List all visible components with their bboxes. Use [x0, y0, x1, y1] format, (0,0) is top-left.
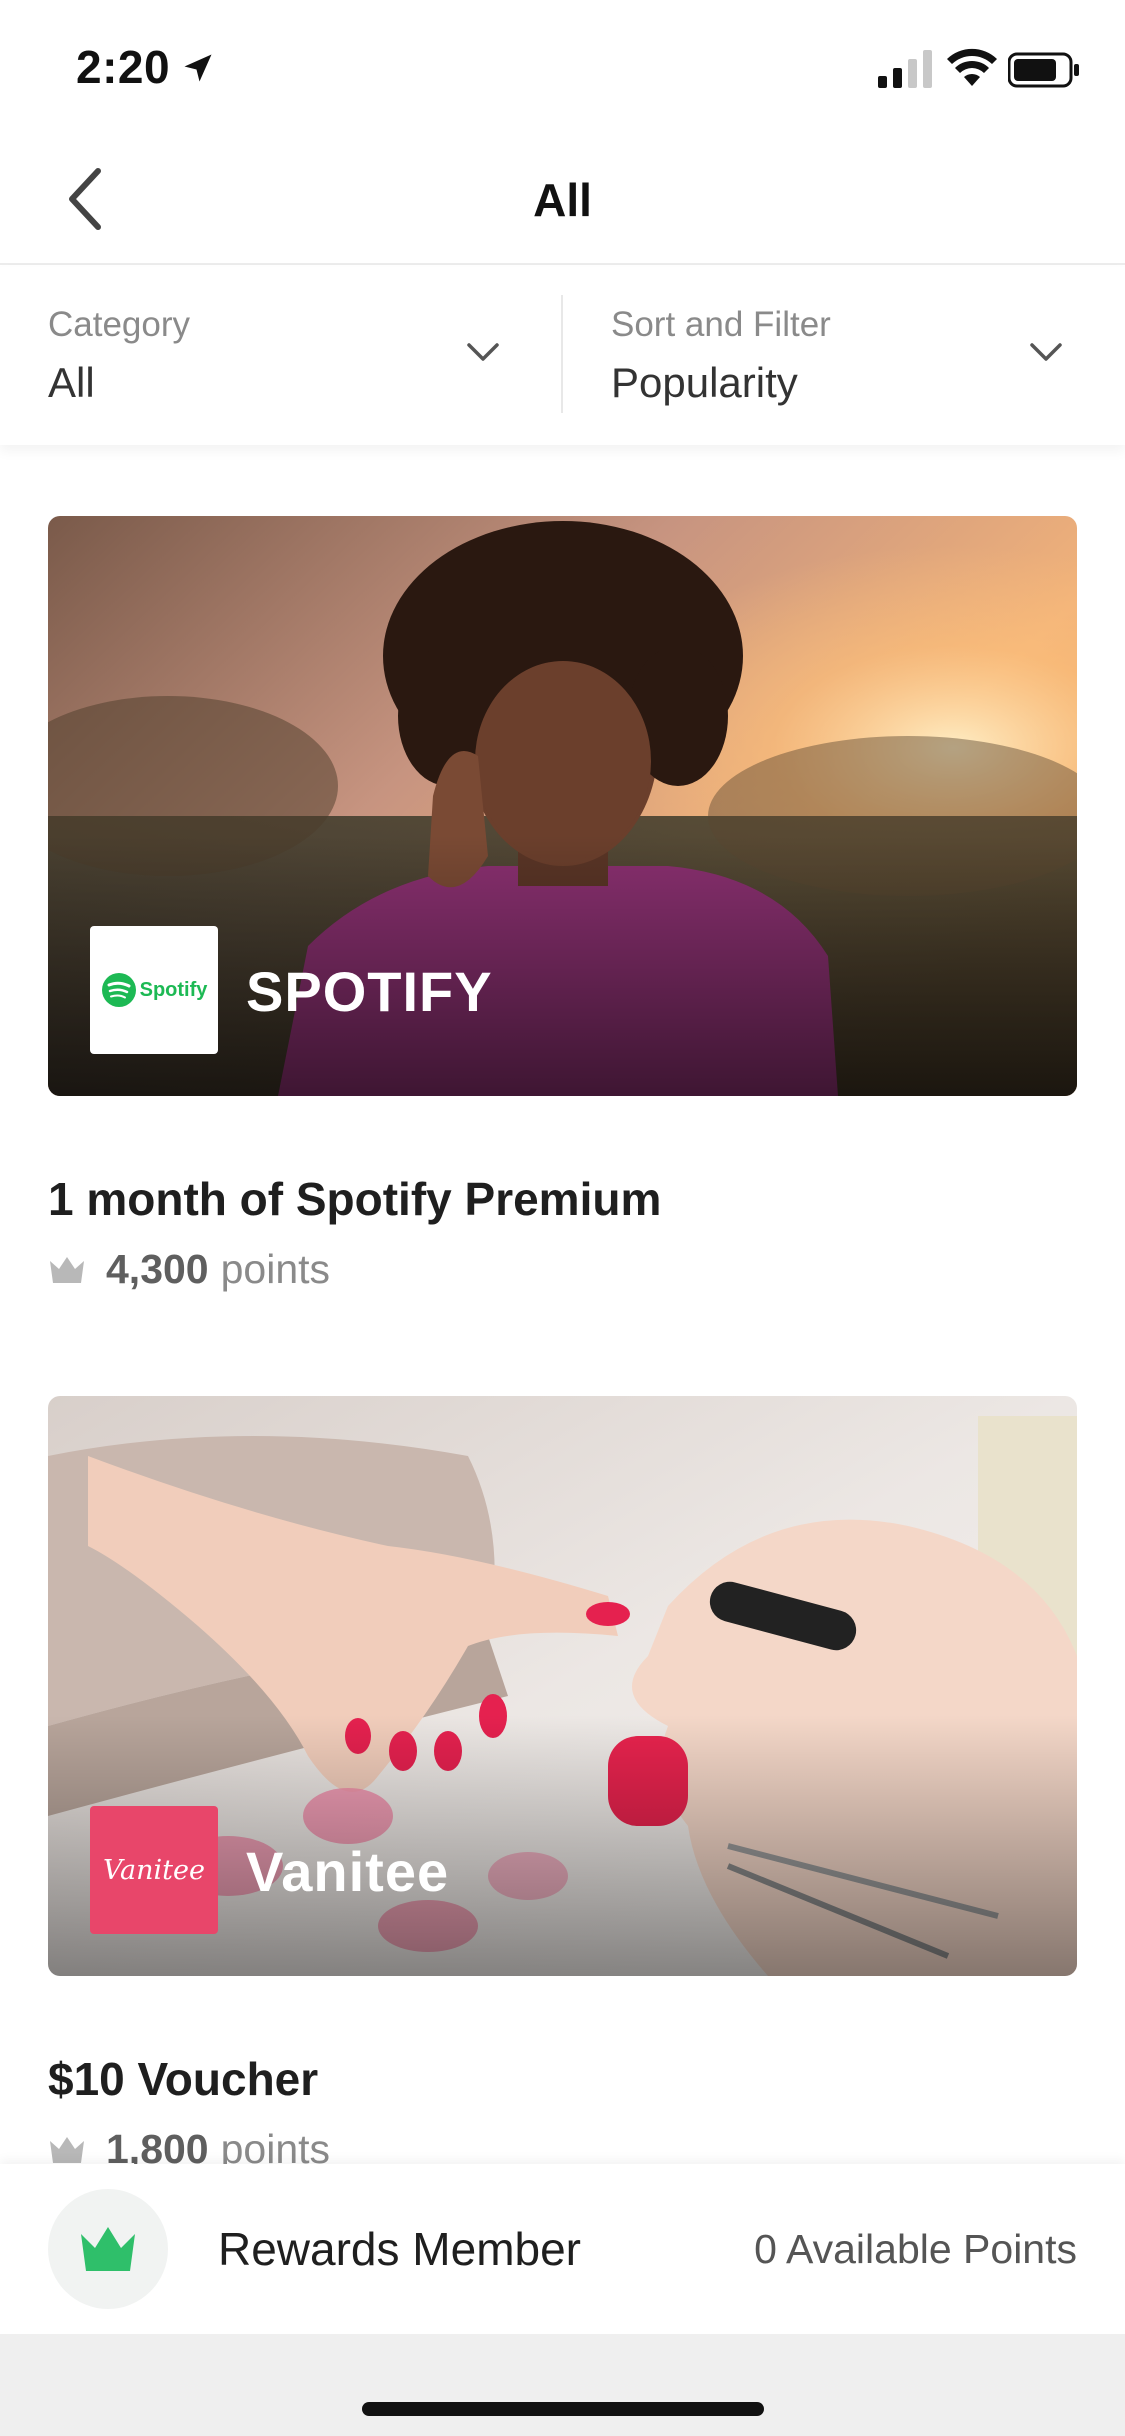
- chevron-down-icon: [1030, 343, 1062, 361]
- cellular-signal-icon: [878, 50, 932, 88]
- sort-value: Popularity: [611, 359, 798, 406]
- available-points: 0 Available Points: [754, 2226, 1077, 2272]
- chevron-down-icon: [467, 343, 499, 361]
- member-status: Rewards Member: [218, 2223, 581, 2275]
- page-title: All: [533, 174, 592, 226]
- reward-card[interactable]: Spotify SPOTIFY 1 month of Spotify Premi…: [48, 516, 1077, 1292]
- reward-points: 4,300 points: [48, 1246, 330, 1293]
- reward-title[interactable]: 1 month of Spotify Premium: [48, 1172, 661, 1226]
- reward-image[interactable]: Vanitee Vanitee: [48, 1396, 1077, 1976]
- status-bar: 2:20: [0, 0, 1125, 135]
- reward-title[interactable]: $10 Voucher: [48, 2052, 318, 2106]
- location-arrow-icon: [184, 54, 212, 82]
- category-value: All: [48, 359, 95, 406]
- vanitee-logo-text: Vanitee: [103, 1854, 205, 1886]
- brand-name: Vanitee: [246, 1840, 450, 1903]
- crown-icon: [50, 2136, 84, 2163]
- nav-bar: All: [0, 135, 1125, 265]
- status-time: 2:20: [76, 41, 171, 93]
- vanitee-logo: Vanitee: [90, 1806, 218, 1934]
- crown-icon: [50, 1256, 84, 1283]
- reward-card[interactable]: Vanitee Vanitee $10 Voucher 1,800 points: [48, 1396, 1077, 2172]
- sort-label: Sort and Filter: [611, 305, 831, 344]
- filter-bar: Category All Sort and Filter Popularity: [0, 267, 1125, 445]
- wifi-icon: [947, 48, 997, 86]
- brand-name: SPOTIFY: [246, 960, 493, 1023]
- reward-image[interactable]: Spotify SPOTIFY: [48, 516, 1077, 1096]
- points-unit: points: [220, 1246, 331, 1292]
- home-indicator[interactable]: [362, 2402, 764, 2416]
- category-dropdown[interactable]: Category All: [0, 267, 562, 445]
- home-indicator-area: [0, 2334, 1125, 2436]
- crown-icon: [81, 2227, 135, 2271]
- rewards-member-bar[interactable]: Rewards Member 0 Available Points: [0, 2164, 1125, 2334]
- battery-icon: [1008, 52, 1079, 88]
- category-label: Category: [48, 305, 191, 344]
- sort-filter-dropdown[interactable]: Sort and Filter Popularity: [563, 267, 1125, 445]
- points-value: 4,300: [106, 1246, 209, 1292]
- spotify-logo: Spotify: [90, 926, 218, 1054]
- avatar: [48, 2189, 168, 2309]
- spotify-logo-text: Spotify: [139, 978, 208, 1001]
- spotify-icon: [101, 973, 136, 1007]
